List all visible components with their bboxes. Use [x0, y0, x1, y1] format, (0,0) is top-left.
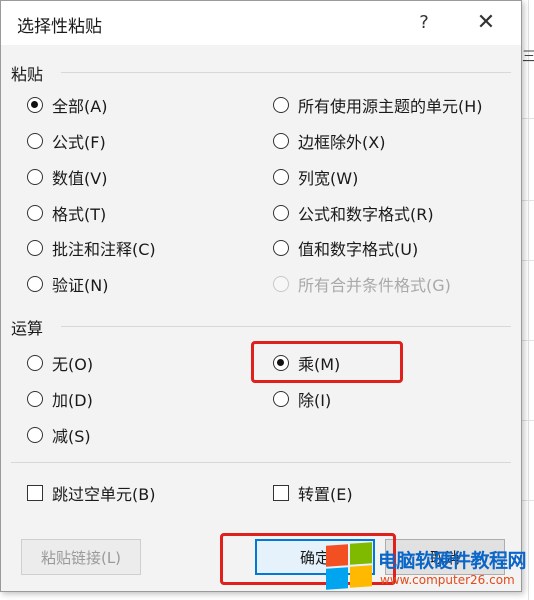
paste-special-dialog: 选择性粘贴 ? ✕ 粘贴 全部(A) 公式(F) 数值(V) 格式(T) 批注和… — [0, 0, 522, 592]
checkbox-label: 跳过空单元(B) — [52, 485, 156, 504]
paste-group-label: 粘贴 — [11, 65, 44, 84]
radio-circle — [27, 391, 43, 407]
radio-label: 全部(A) — [52, 97, 108, 116]
radio-circle — [27, 276, 43, 292]
watermark-url: www.computer26.com — [380, 573, 515, 587]
radio-circle — [273, 240, 289, 256]
radio-circle — [27, 133, 43, 149]
radio-circle — [27, 205, 43, 221]
operation-group-separator — [61, 326, 511, 327]
radio-paste-all-except-borders[interactable]: 边框除外(X) — [273, 127, 385, 155]
radio-paste-source-theme[interactable]: 所有使用源主题的单元(H) — [273, 91, 483, 119]
radio-paste-validation[interactable]: 验证(N) — [27, 270, 108, 298]
radio-paste-values-number-formats[interactable]: 值和数字格式(U) — [273, 234, 418, 262]
checkbox-transpose[interactable]: 转置(E) — [273, 479, 353, 507]
close-button[interactable]: ✕ — [473, 10, 499, 36]
radio-operation-add[interactable]: 加(D) — [27, 385, 93, 413]
radio-circle — [27, 427, 43, 443]
radio-operation-none[interactable]: 无(O) — [27, 349, 93, 377]
radio-paste-values[interactable]: 数值(V) — [27, 163, 107, 191]
radio-paste-comments[interactable]: 批注和注释(C) — [27, 234, 156, 262]
radio-paste-formats[interactable]: 格式(T) — [27, 199, 106, 227]
radio-label: 格式(T) — [52, 205, 107, 224]
radio-label: 所有使用源主题的单元(H) — [298, 97, 483, 116]
radio-label: 无(O) — [52, 355, 94, 374]
radio-circle — [273, 169, 289, 185]
radio-paste-formulas-number-formats[interactable]: 公式和数字格式(R) — [273, 199, 434, 227]
radio-circle — [27, 355, 43, 371]
paste-link-button: 粘贴链接(L) — [21, 539, 141, 575]
radio-operation-divide[interactable]: 除(I) — [273, 385, 331, 413]
radio-label: 除(I) — [298, 391, 332, 410]
radio-circle — [27, 240, 43, 256]
radio-label: 加(D) — [52, 391, 93, 410]
radio-label: 批注和注释(C) — [52, 240, 156, 259]
radio-paste-formulas[interactable]: 公式(F) — [27, 127, 106, 155]
dialog-title: 选择性粘贴 — [17, 17, 102, 37]
radio-label: 公式(F) — [52, 133, 106, 152]
bg-column-letter-right: 三 — [522, 49, 534, 65]
checkbox-box — [27, 485, 43, 501]
operation-group-label: 运算 — [11, 319, 44, 338]
multiply-highlight-box — [251, 341, 403, 383]
radio-circle — [273, 97, 289, 113]
radio-label: 列宽(W) — [298, 169, 359, 188]
radio-label: 公式和数字格式(R) — [298, 205, 434, 224]
radio-paste-column-widths[interactable]: 列宽(W) — [273, 163, 358, 191]
checkbox-separator — [11, 462, 511, 463]
radio-circle — [273, 133, 289, 149]
radio-label: 值和数字格式(U) — [298, 240, 419, 259]
radio-label: 数值(V) — [52, 169, 108, 188]
radio-paste-merge-conditional-formats: 所有合并条件格式(G) — [273, 270, 451, 298]
site-watermark: 电脑软硬件教程网 www.computer26.com — [326, 542, 534, 593]
radio-circle — [273, 205, 289, 221]
checkbox-box — [273, 485, 289, 501]
checkbox-label: 转置(E) — [298, 485, 353, 504]
paste-group-separator — [61, 72, 511, 73]
radio-label: 边框除外(X) — [298, 133, 386, 152]
help-button[interactable]: ? — [413, 10, 435, 36]
watermark-site-name: 电脑软硬件教程网 — [378, 550, 527, 572]
radio-label: 减(S) — [52, 427, 91, 446]
radio-circle — [27, 169, 43, 185]
radio-circle — [273, 391, 289, 407]
dialog-titlebar: 选择性粘贴 ? ✕ — [1, 1, 521, 45]
radio-operation-subtract[interactable]: 减(S) — [27, 421, 91, 449]
radio-label: 验证(N) — [52, 276, 109, 295]
windows-logo-icon — [326, 542, 374, 591]
radio-label: 所有合并条件格式(G) — [298, 276, 451, 295]
radio-circle — [273, 276, 289, 292]
radio-paste-all[interactable]: 全部(A) — [27, 91, 107, 119]
radio-circle — [27, 97, 43, 113]
checkbox-skip-blanks[interactable]: 跳过空单元(B) — [27, 479, 155, 507]
